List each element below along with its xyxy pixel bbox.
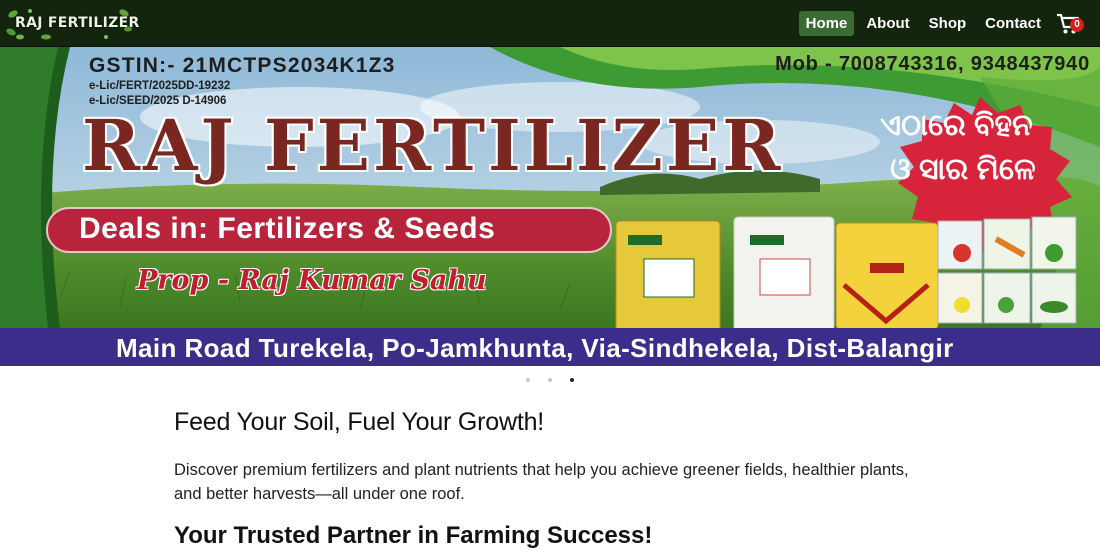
intro-paragraph: Discover premium fertilizers and plant n…	[174, 461, 909, 503]
logo-text: RAJ FERTILIZER	[15, 15, 140, 31]
nav-home[interactable]: Home	[798, 10, 855, 36]
carousel-dot-3[interactable]	[570, 378, 574, 382]
nav-contact[interactable]: Contact	[978, 11, 1048, 36]
license-fert-text: e-Lic/FERT/2025DD-19232	[89, 80, 231, 92]
address-text: Main Road Turekela, Po-Jamkhunta, Via-Si…	[116, 333, 954, 363]
cart-button[interactable]: 0	[1056, 11, 1086, 35]
navbar: RAJ FERTILIZER Home About Shop Contact 0	[0, 0, 1100, 47]
odia-line-1: ଏଠାରେ ବିହନ	[880, 109, 1033, 142]
deals-text: Deals in: Fertilizers & Seeds	[79, 212, 496, 245]
hero-banner[interactable]: GSTIN:- 21MCTPS2034K1Z3 e-Lic/FERT/2025D…	[0, 47, 1100, 366]
intro-section: Feed Your Soil, Fuel Your Growth! Discov…	[174, 408, 934, 506]
banner-title: RAJ FERTILIZER	[82, 104, 784, 187]
cart-count-badge: 0	[1070, 18, 1084, 32]
odia-line-2: ଓ ସାର ମିଳେ	[890, 153, 1036, 186]
section-subheading: Your Trusted Partner in Farming Success!	[174, 522, 653, 549]
mobile-text: Mob - 7008743316, 9348437940	[775, 53, 1090, 75]
section-headline: Feed Your Soil, Fuel Your Growth!	[174, 408, 545, 436]
carousel-indicators	[0, 376, 1100, 384]
nav-about[interactable]: About	[859, 11, 916, 36]
carousel-dot-1[interactable]	[526, 378, 530, 382]
proprietor-text: Prop - Raj Kumar Sahu	[137, 265, 487, 296]
gstin-text: GSTIN:- 21MCTPS2034K1Z3	[89, 54, 396, 77]
nav-shop[interactable]: Shop	[922, 11, 974, 36]
fertilizer-bags	[615, 216, 939, 332]
main-nav: Home About Shop Contact 0	[794, 10, 1086, 36]
carousel-dot-2[interactable]	[548, 378, 552, 382]
brand-logo[interactable]: RAJ FERTILIZER	[6, 5, 139, 42]
